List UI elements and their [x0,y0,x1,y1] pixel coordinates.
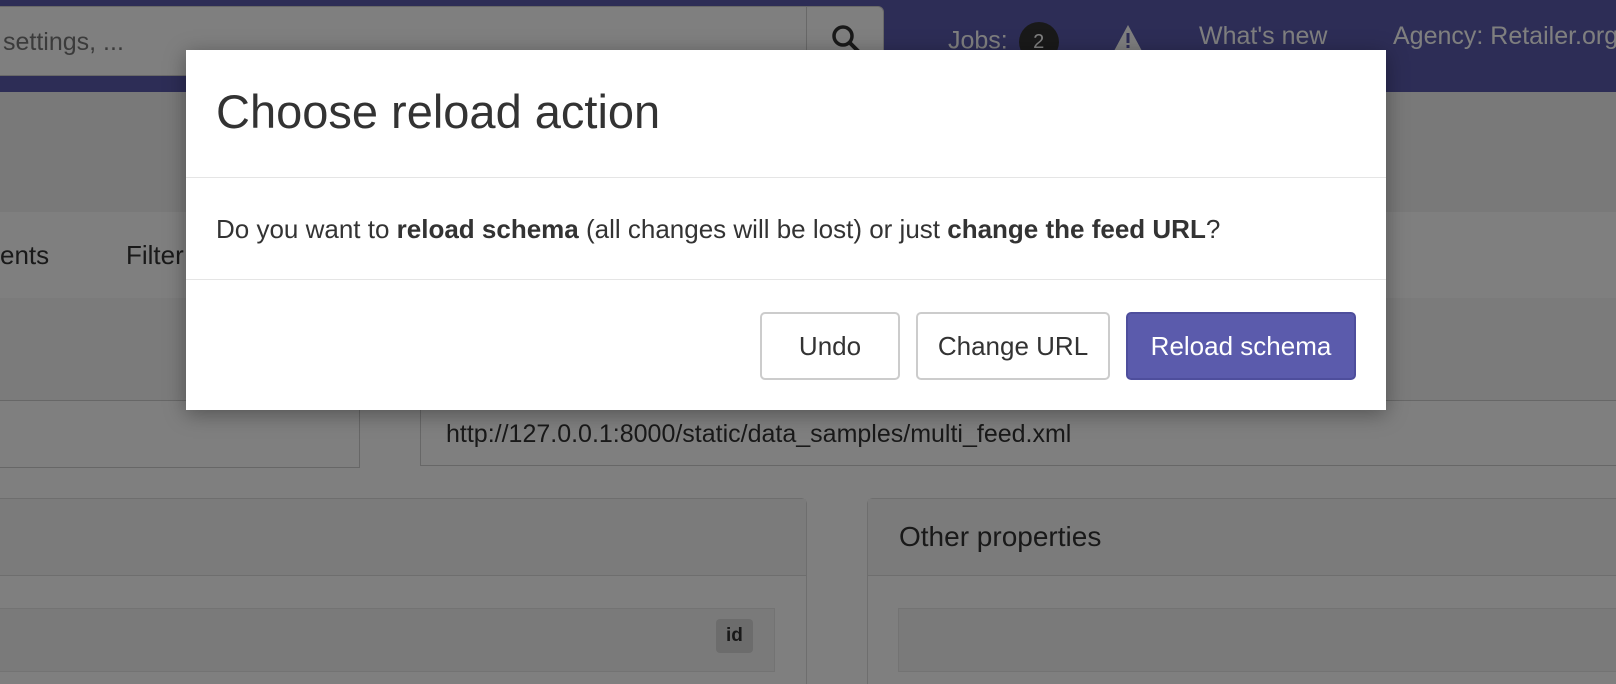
dialog-text-pre: Do you want to [216,214,397,244]
dialog-text-mid: (all changes will be lost) or just [578,214,948,244]
undo-button[interactable]: Undo [760,312,900,380]
dialog-footer: Undo Change URL Reload schema [186,280,1386,410]
dialog-header: Choose reload action [186,50,1386,178]
page: Jobs: 2 What's new Agency: Retailer.org … [0,0,1616,684]
reload-action-dialog: Choose reload action Do you want to relo… [186,50,1386,410]
reload-schema-button[interactable]: Reload schema [1126,312,1356,380]
dialog-text-post: ? [1205,214,1221,244]
dialog-body: Do you want to reload schema (all change… [186,178,1386,280]
change-url-button[interactable]: Change URL [916,312,1110,380]
dialog-title: Choose reload action [216,85,661,138]
dialog-text-reload-schema: reload schema [396,214,579,244]
dialog-text-change-url: change the feed URL [947,214,1206,244]
